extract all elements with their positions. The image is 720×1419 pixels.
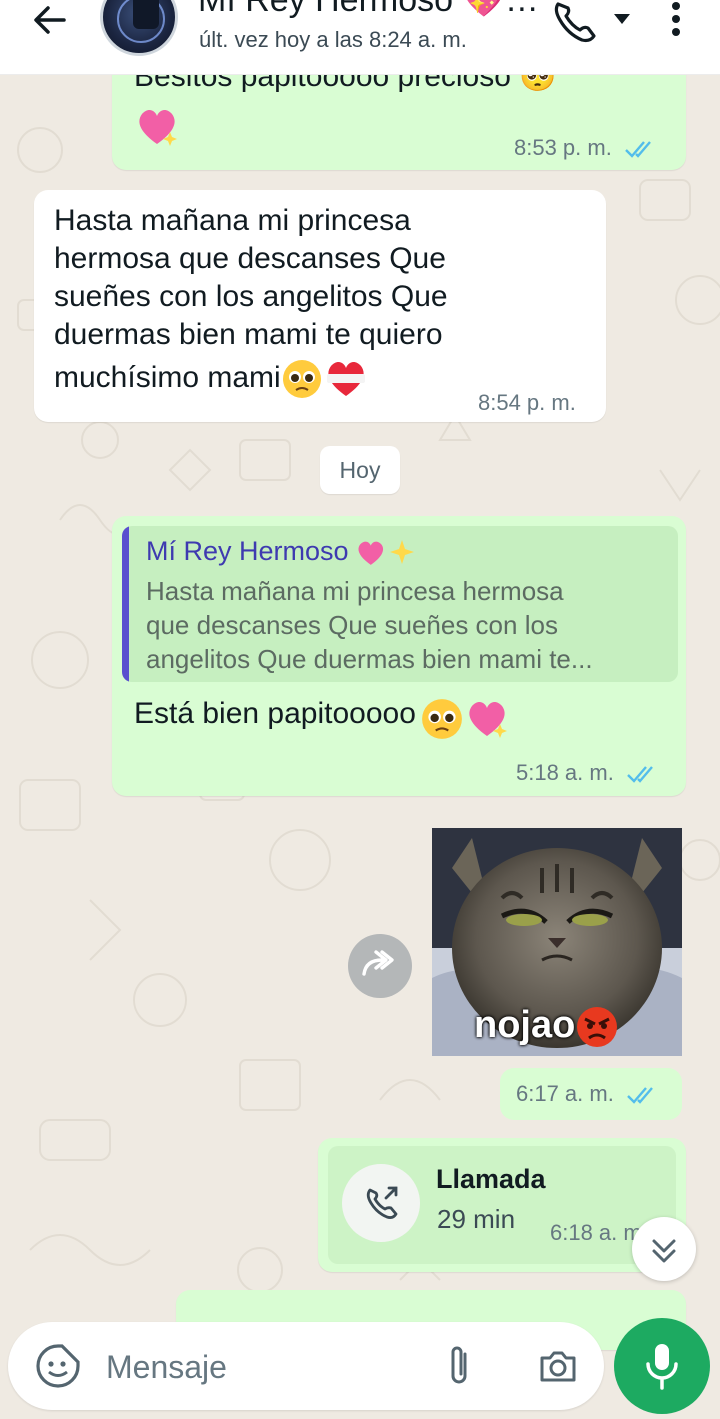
sparkling-heart-emoji — [358, 541, 384, 565]
cat-sticker[interactable]: nojao — [432, 828, 682, 1056]
double-check-read-icon — [627, 766, 653, 783]
forward-icon — [362, 950, 394, 976]
angry-face-emoji — [577, 1006, 618, 1047]
incoming-message[interactable]: Hasta mañana mi princesa hermosa que des… — [34, 190, 606, 422]
chat-header: Mí Rey Hermoso 💖… últ. vez hoy a las 8:2… — [0, 0, 720, 75]
sparkling-heart-emoji — [139, 109, 177, 146]
contact-name[interactable]: Mí Rey Hermoso 💖… — [198, 0, 539, 20]
attach-paperclip-icon[interactable] — [445, 1342, 475, 1390]
date-divider: Hoy — [320, 446, 400, 494]
sparkling-heart-emoji — [469, 701, 508, 738]
call-icon-badge — [342, 1164, 420, 1242]
sticker-emoji-icon[interactable] — [34, 1342, 82, 1390]
call-options-dropdown-icon[interactable] — [610, 0, 634, 40]
pleading-face-emoji — [282, 360, 321, 399]
last-seen-status: últ. vez hoy a las 8:24 a. m. — [199, 27, 467, 52]
sticker-caption: nojao — [474, 1004, 619, 1049]
message-time: 8:54 p. m. — [478, 390, 576, 415]
sparkles-emoji — [390, 539, 415, 564]
message-text: Está bien papitooooo — [134, 692, 510, 746]
quoted-message[interactable]: Mí Rey Hermoso Hasta mañana mi princesa … — [122, 526, 678, 682]
camera-icon[interactable] — [536, 1344, 580, 1388]
double-chevron-down-icon — [652, 1239, 676, 1263]
message-text: Hasta mañana mi princesa hermosa que des… — [54, 202, 448, 402]
call-duration: 29 min — [437, 1204, 516, 1234]
arrow-left-icon — [34, 6, 66, 34]
message-time: 8:53 p. m. — [514, 135, 658, 161]
message-input[interactable] — [104, 1342, 408, 1392]
back-button[interactable] — [22, 0, 74, 40]
double-check-read-icon — [627, 1087, 653, 1104]
outgoing-call-icon — [366, 1186, 398, 1219]
message-time: 5:18 a. m. — [516, 760, 660, 786]
call-title: Llamada — [436, 1164, 546, 1194]
message-composer — [8, 1322, 604, 1410]
sticker-timestamp: 6:17 a. m. — [500, 1068, 682, 1120]
more-options-icon[interactable] — [664, 0, 688, 44]
pleading-face-emoji — [422, 698, 463, 739]
voice-call-icon[interactable] — [548, 0, 608, 44]
forward-button[interactable] — [348, 934, 412, 998]
mending-heart-emoji — [326, 362, 365, 397]
quoted-sender-name: Mí Rey Hermoso — [146, 536, 349, 566]
double-check-read-icon — [625, 141, 651, 158]
scroll-to-bottom-button[interactable] — [632, 1217, 696, 1281]
quoted-text: Hasta mañana mi princesa hermosa que des… — [146, 576, 593, 674]
contact-avatar[interactable] — [100, 0, 178, 56]
